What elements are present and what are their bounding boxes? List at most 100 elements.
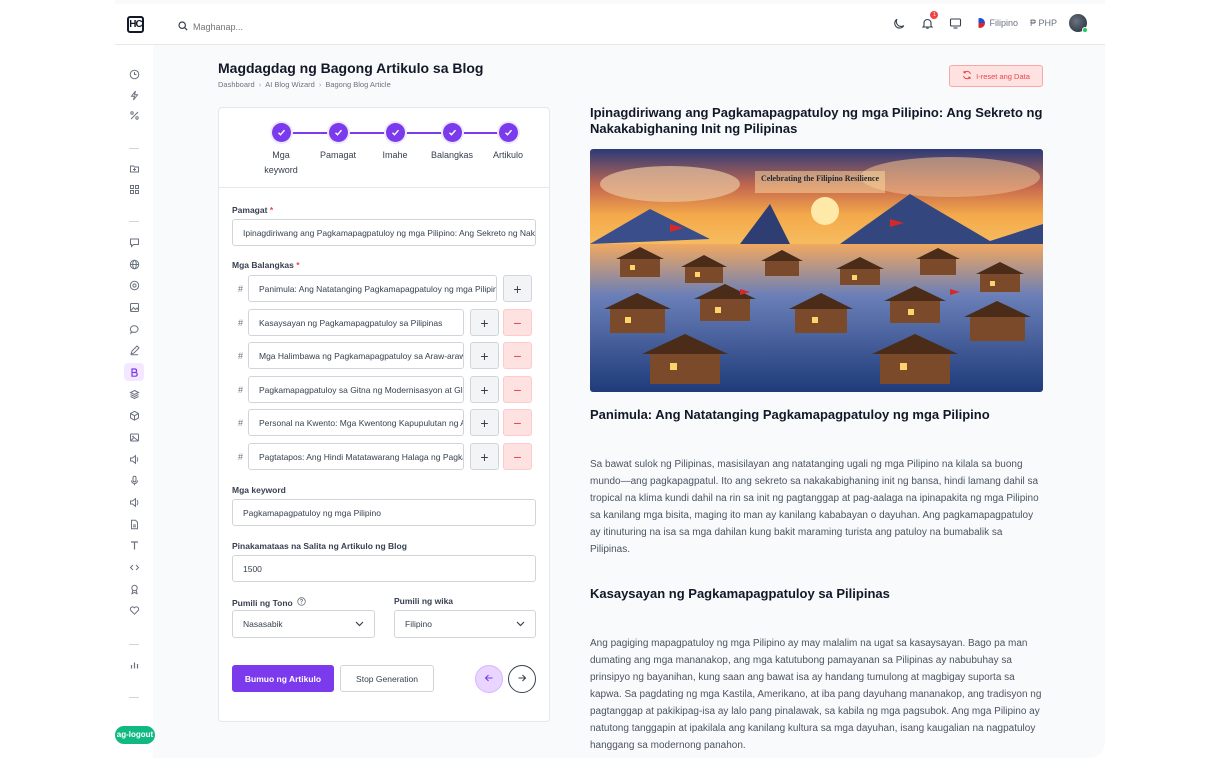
speaker-icon[interactable]	[124, 450, 144, 468]
title-label: Pamagat *	[232, 205, 273, 215]
language-switcher[interactable]: Filipino	[975, 18, 1018, 28]
remove-outline-button[interactable]: −	[503, 309, 532, 336]
max-words-input[interactable]: 1500	[232, 555, 536, 582]
search-bar[interactable]	[178, 18, 313, 36]
step-keywords[interactable]: Mga keyword	[251, 123, 311, 178]
step-label: Mga keyword	[264, 150, 298, 175]
outline-input-5[interactable]: Personal na Kwento: Mga Kwentong Kapupul…	[248, 409, 464, 436]
keyword-label: Mga keyword	[232, 485, 286, 495]
outline-input-3[interactable]: Mga Halimbawa ng Pagkamapagpatuloy sa Ar…	[248, 342, 464, 369]
max-words-label: Pinakamataas na Salita ng Artikulo ng Bl…	[232, 541, 407, 551]
step-title[interactable]: Pamagat	[308, 123, 368, 163]
outline-input-2[interactable]: Kasaysayan ng Pagkamapagpatuloy sa Pilip…	[248, 309, 464, 336]
previous-step-button[interactable]	[475, 665, 503, 693]
blog-icon[interactable]	[124, 363, 144, 381]
step-outline[interactable]: Balangkas	[422, 123, 482, 163]
heart-icon[interactable]	[124, 601, 144, 619]
layers-icon[interactable]	[124, 385, 144, 403]
photo-icon[interactable]	[124, 428, 144, 446]
arrow-left-icon	[484, 670, 494, 688]
add-outline-button[interactable]: +	[470, 443, 499, 470]
message-icon[interactable]	[124, 233, 144, 251]
tone-label-text: Pumili ng Tono	[232, 597, 293, 608]
bar-chart-icon[interactable]	[124, 655, 144, 673]
folder-plus-icon[interactable]	[124, 159, 144, 177]
code-icon[interactable]	[124, 558, 144, 576]
notification-badge: 1	[930, 11, 939, 19]
svg-text:?: ?	[299, 600, 303, 606]
outline-input-4[interactable]: Pagkamapagpatuloy sa Gitna ng Modernisas…	[248, 376, 464, 403]
monitor-icon[interactable]	[947, 15, 963, 31]
arrow-right-icon	[517, 670, 527, 688]
breadcrumb-dashboard[interactable]: Dashboard	[218, 80, 255, 89]
tone-select[interactable]: Nasasabik	[232, 610, 375, 638]
philippines-flag-icon	[975, 18, 986, 28]
hash-icon: #	[238, 318, 244, 328]
percent-icon[interactable]	[124, 106, 144, 124]
step-article[interactable]: Artikulo	[478, 123, 538, 163]
grid-icon[interactable]	[124, 180, 144, 198]
step-label: Imahe	[382, 150, 408, 160]
step-label: Balangkas	[430, 150, 474, 160]
language-select[interactable]: Filipino	[394, 610, 536, 638]
breadcrumb-ai-blog-wizard[interactable]: AI Blog Wizard	[265, 80, 315, 89]
currency-switcher[interactable]: ₱ PHP	[1030, 18, 1057, 28]
hash-icon: #	[238, 385, 244, 395]
logout-button[interactable]: ag-logout	[115, 726, 155, 744]
user-avatar[interactable]	[1069, 14, 1088, 33]
moon-icon[interactable]	[891, 15, 907, 31]
reset-data-button[interactable]: I-reset ang Data	[949, 65, 1043, 87]
section-2-body: Ang pagiging mapagpatuloy ng mga Pilipin…	[590, 638, 1042, 751]
add-outline-button[interactable]: +	[503, 275, 532, 302]
next-step-button[interactable]	[508, 665, 536, 693]
check-icon	[498, 123, 518, 142]
hash-icon: #	[238, 351, 244, 361]
tone-selected-value: Nasasabik	[243, 619, 283, 629]
award-icon[interactable]	[124, 580, 144, 598]
image-caption: Celebrating the Filipino Resilience	[761, 174, 879, 183]
mic-icon[interactable]	[124, 471, 144, 489]
search-icon	[178, 18, 188, 36]
outline-label-text: Mga Balangkas	[232, 260, 294, 270]
section-2-heading: Kasaysayan ng Pagkamapagpatuloy sa Pilip…	[590, 586, 890, 601]
help-circle-icon[interactable]: ?	[297, 597, 306, 608]
header-actions: 1 Filipino ₱ PHP	[891, 11, 1088, 33]
sound-icon[interactable]	[124, 493, 144, 511]
top-header: HC 1 Filipino ₱ PHP	[115, 4, 1105, 45]
search-input[interactable]	[193, 22, 313, 32]
aperture-icon[interactable]	[124, 276, 144, 294]
clock-icon[interactable]	[124, 65, 144, 83]
add-outline-button[interactable]: +	[470, 309, 499, 336]
keyword-input[interactable]: Pagkamapagpatuloy ng mga Pilipino	[232, 499, 536, 526]
bell-icon[interactable]: 1	[919, 11, 939, 31]
outline-input-1[interactable]: Panimula: Ang Natatanging Pagkamapagpatu…	[248, 275, 497, 302]
wizard-stepper: Mga keyword Pamagat Imahe Balangkas Arti…	[219, 108, 549, 188]
step-image[interactable]: Imahe	[365, 123, 425, 163]
app-frame: HC 1 Filipino ₱ PHP	[115, 0, 1105, 758]
section-1-heading: Panimula: Ang Natatanging Pagkamapagpatu…	[590, 407, 990, 422]
check-icon	[328, 123, 348, 142]
text-icon[interactable]	[124, 536, 144, 554]
add-outline-button[interactable]: +	[470, 376, 499, 403]
file-icon[interactable]	[124, 515, 144, 533]
generate-article-button[interactable]: Bumuo ng Artikulo	[232, 665, 334, 692]
image-icon[interactable]	[124, 298, 144, 316]
required-marker: *	[269, 205, 274, 215]
add-outline-button[interactable]: +	[470, 342, 499, 369]
chat-icon[interactable]	[124, 320, 144, 338]
title-input[interactable]: Ipinagdiriwang ang Pagkamapagpatuloy ng …	[232, 219, 536, 246]
outline-input-6[interactable]: Pagtatapos: Ang Hindi Matatawarang Halag…	[248, 443, 464, 470]
bolt-icon[interactable]	[124, 86, 144, 104]
remove-outline-button[interactable]: −	[503, 342, 532, 369]
wizard-form-card: Mga keyword Pamagat Imahe Balangkas Arti…	[218, 107, 550, 722]
add-outline-button[interactable]: +	[470, 409, 499, 436]
pen-icon[interactable]	[124, 341, 144, 359]
remove-outline-button[interactable]: −	[503, 443, 532, 470]
stop-generation-button[interactable]: Stop Generation	[340, 665, 434, 692]
remove-outline-button[interactable]: −	[503, 409, 532, 436]
globe-icon[interactable]	[124, 255, 144, 273]
cube-icon[interactable]	[124, 406, 144, 424]
section-1-body: Sa bawat sulok ng Pilipinas, masisilayan…	[590, 459, 1039, 555]
app-logo[interactable]: HC	[127, 16, 144, 33]
remove-outline-button[interactable]: −	[503, 376, 532, 403]
